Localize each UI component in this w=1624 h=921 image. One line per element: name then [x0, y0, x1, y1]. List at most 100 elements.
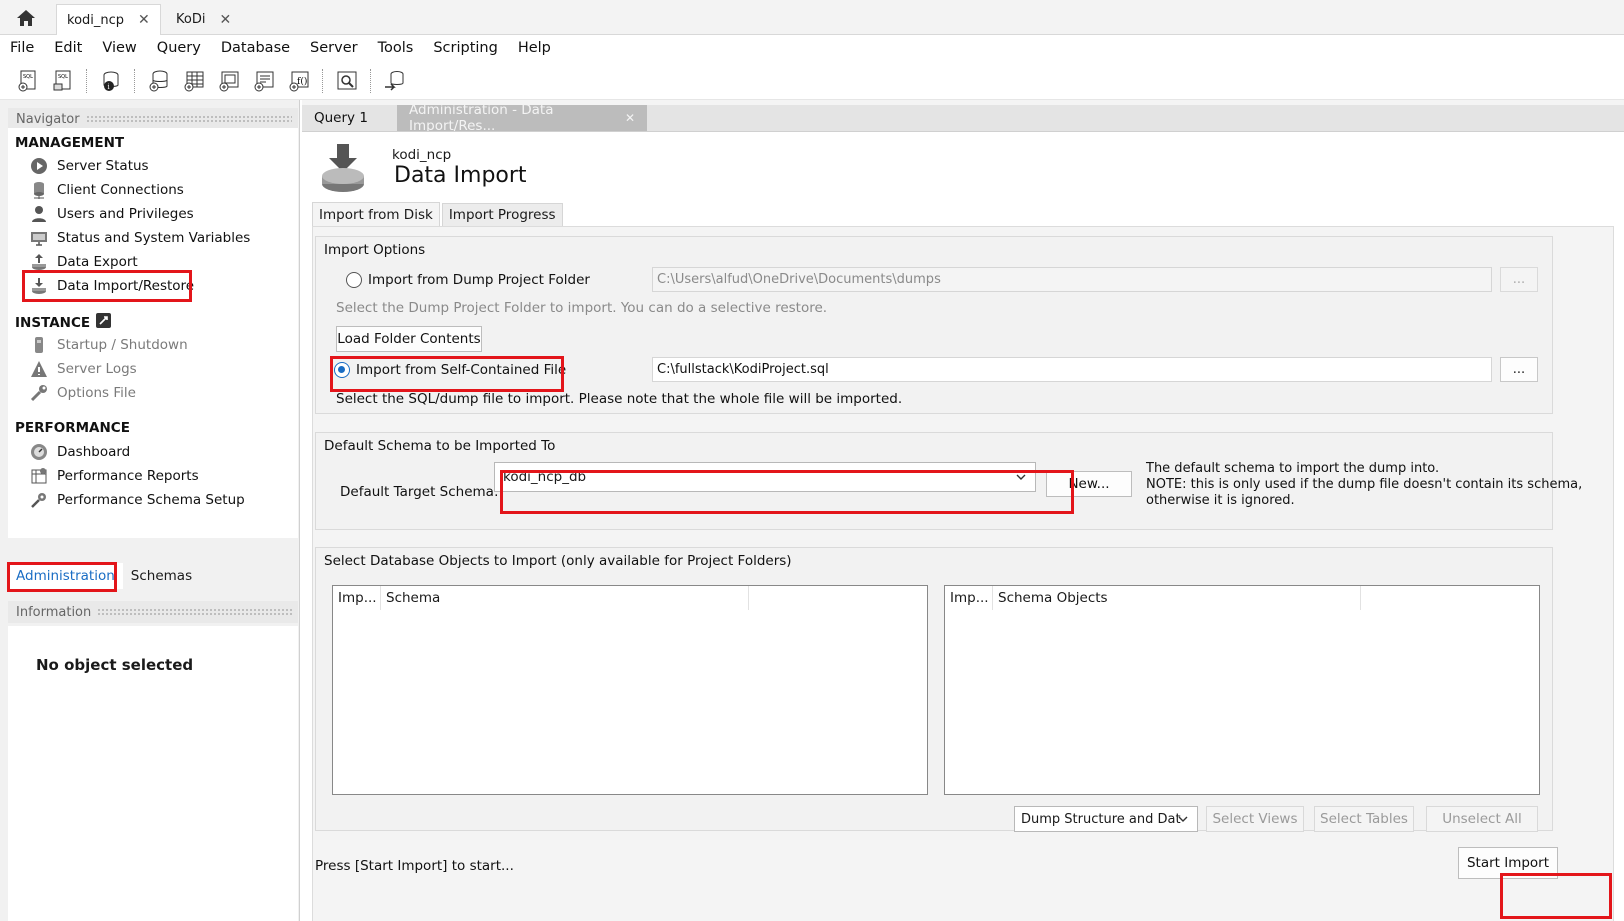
connection-tab-kodi-ncp[interactable]: kodi_ncp ✕: [56, 4, 161, 35]
radio-import-from-folder[interactable]: [346, 272, 362, 288]
folder-path-input[interactable]: C:\Users\alfud\OneDrive\Documents\dumps: [652, 267, 1492, 292]
schema-objects-list[interactable]: Imp... Schema Objects: [944, 585, 1540, 795]
nav-item-label: Startup / Shutdown: [57, 337, 188, 353]
management-section-title: MANAGEMENT: [15, 135, 125, 151]
column-header-import[interactable]: Imp...: [333, 586, 381, 610]
new-schema-button[interactable]: New...: [1046, 471, 1132, 497]
schema-list[interactable]: Imp... Schema: [332, 585, 928, 795]
power-icon: [30, 336, 48, 354]
chevron-down-icon: [1177, 813, 1189, 829]
header-grip: [97, 608, 292, 616]
nav-item-users-privileges[interactable]: Users and Privileges: [30, 203, 194, 225]
radio-import-from-file[interactable]: [334, 362, 350, 378]
home-icon[interactable]: [10, 6, 42, 30]
nav-item-label: Server Status: [57, 158, 149, 174]
nav-item-label: Users and Privileges: [57, 206, 194, 222]
search-table-data-icon[interactable]: [333, 67, 360, 94]
column-header-import[interactable]: Imp...: [945, 586, 993, 610]
nav-item-label: Performance Schema Setup: [57, 492, 245, 508]
create-view-icon[interactable]: [215, 67, 242, 94]
file-path-input[interactable]: C:\fullstack\KodiProject.sql: [652, 357, 1492, 382]
import-status-text: Press [Start Import] to start...: [315, 858, 514, 874]
nav-item-label: Client Connections: [57, 182, 184, 198]
tab-import-progress[interactable]: Import Progress: [441, 203, 563, 226]
nav-item-performance-schema-setup[interactable]: Performance Schema Setup: [30, 489, 245, 511]
menu-file[interactable]: File: [10, 40, 34, 56]
browse-folder-button[interactable]: ...: [1500, 267, 1538, 292]
create-table-icon[interactable]: [180, 67, 207, 94]
navigator-title: Navigator: [16, 111, 80, 127]
nav-item-data-import-restore[interactable]: Data Import/Restore: [30, 275, 194, 297]
nav-item-startup-shutdown[interactable]: Startup / Shutdown: [30, 334, 188, 356]
information-title: Information: [16, 604, 92, 620]
close-icon[interactable]: ✕: [219, 12, 231, 28]
reconnect-icon[interactable]: [381, 67, 408, 94]
nav-item-server-logs[interactable]: Server Logs: [30, 358, 137, 380]
import-from-folder-label: Import from Dump Project Folder: [368, 272, 590, 288]
navigator-header: Navigator: [8, 108, 298, 130]
create-schema-icon[interactable]: [145, 67, 172, 94]
unselect-all-button[interactable]: Unselect All: [1426, 806, 1538, 832]
browse-file-button[interactable]: ...: [1500, 357, 1538, 382]
wrench-icon: [30, 384, 48, 402]
menu-server[interactable]: Server: [310, 40, 358, 56]
import-icon: [30, 277, 48, 295]
nav-item-options-file[interactable]: Options File: [30, 382, 136, 404]
nav-item-server-status[interactable]: Server Status: [30, 155, 149, 177]
svg-text:SQL: SQL: [23, 74, 33, 80]
user-icon: [30, 205, 48, 223]
menu-edit[interactable]: Edit: [54, 40, 82, 56]
connection-tab-label: kodi_ncp: [67, 12, 125, 28]
nav-item-performance-reports[interactable]: Performance Reports: [30, 465, 199, 487]
chevron-down-icon: [1015, 471, 1027, 487]
nav-item-dashboard[interactable]: Dashboard: [30, 441, 130, 463]
svg-text:SQL: SQL: [58, 74, 68, 80]
warning-icon: [30, 360, 48, 378]
open-sql-script-icon[interactable]: SQL: [49, 67, 76, 94]
close-icon[interactable]: ✕: [138, 12, 150, 28]
create-procedure-icon[interactable]: [250, 67, 277, 94]
data-import-icon: [320, 142, 366, 194]
new-sql-tab-icon[interactable]: SQL: [14, 67, 41, 94]
menu-help[interactable]: Help: [518, 40, 551, 56]
tab-label: Query 1: [314, 110, 368, 126]
nav-item-label: Data Export: [57, 254, 138, 270]
column-header-schema-objects[interactable]: Schema Objects: [993, 586, 1361, 610]
inspector-icon[interactable]: i: [97, 67, 124, 94]
tab-query-1[interactable]: Query 1: [302, 105, 380, 131]
nav-item-status-system-variables[interactable]: Status and System Variables: [30, 227, 250, 249]
default-target-schema-label: Default Target Schema:: [340, 484, 499, 500]
connection-name: kodi_ncp: [392, 147, 452, 163]
toolbar-separator: [134, 68, 135, 93]
nav-item-client-connections[interactable]: Client Connections: [30, 179, 184, 201]
column-header-schema[interactable]: Schema: [381, 586, 749, 610]
tab-administration[interactable]: Administration: [8, 563, 123, 589]
close-icon[interactable]: ✕: [625, 111, 635, 125]
menu-database[interactable]: Database: [221, 40, 290, 56]
toolbar: SQL SQL i f(): [0, 62, 1624, 100]
information-panel: No object selected: [8, 626, 298, 921]
select-tables-button[interactable]: Select Tables: [1314, 806, 1414, 832]
dump-type-select[interactable]: Dump Structure and Dat: [1014, 806, 1198, 832]
folder-hint: Select the Dump Project Folder to import…: [336, 300, 828, 316]
instance-status-icon: [96, 313, 112, 332]
menu-view[interactable]: View: [102, 40, 136, 56]
file-hint: Select the SQL/dump file to import. Plea…: [336, 391, 903, 407]
information-header: Information: [8, 601, 298, 623]
menu-tools[interactable]: Tools: [378, 40, 414, 56]
tab-import-from-disk[interactable]: Import from Disk: [312, 202, 440, 226]
tab-schemas[interactable]: Schemas: [123, 563, 200, 589]
tab-administration-data-import[interactable]: Administration - Data Import/Res... ✕: [397, 102, 647, 134]
nav-item-data-export[interactable]: Data Export: [30, 251, 138, 273]
export-icon: [30, 253, 48, 271]
connection-tab-kodi[interactable]: KoDi ✕: [166, 4, 241, 35]
select-views-button[interactable]: Select Views: [1206, 806, 1304, 832]
create-function-icon[interactable]: f(): [285, 67, 312, 94]
menu-scripting[interactable]: Scripting: [433, 40, 497, 56]
schema-note-line-3: otherwise it is ignored.: [1146, 493, 1295, 508]
start-import-button[interactable]: Start Import: [1458, 847, 1558, 879]
menu-query[interactable]: Query: [157, 40, 201, 56]
schema-list-header: Imp... Schema: [333, 586, 749, 610]
default-target-schema-select[interactable]: kodi_ncp_db: [494, 462, 1036, 492]
load-folder-contents-button[interactable]: Load Folder Contents: [336, 326, 482, 352]
